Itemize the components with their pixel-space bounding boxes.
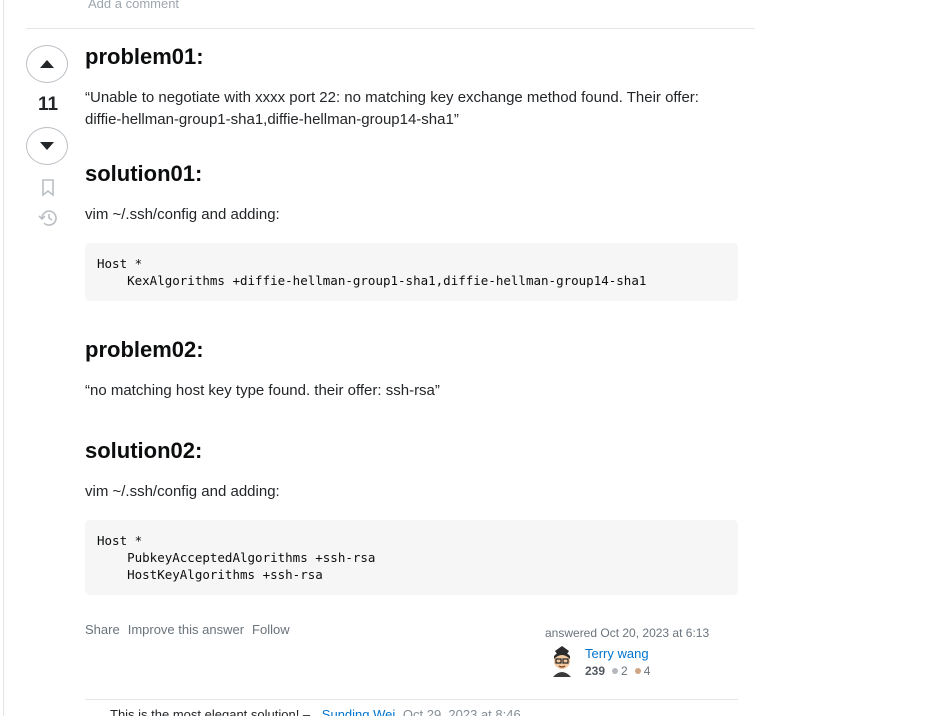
reputation-score: 239	[585, 664, 606, 678]
arrow-up-icon	[40, 60, 54, 68]
avatar[interactable]	[547, 645, 577, 677]
silver-badge-icon	[612, 668, 619, 674]
code-line: HostKeyAlgorithms +ssh-rsa	[97, 567, 323, 582]
answer-body: problem01: “Unable to negotiate with xxx…	[85, 42, 738, 595]
arrow-down-icon	[40, 142, 54, 150]
code-line: Host *	[97, 533, 143, 548]
user-reputation: 239 2 4	[585, 663, 650, 679]
solution01-heading: solution01:	[85, 161, 203, 186]
downvote-button[interactable]	[26, 127, 68, 165]
solution01-text: vim ~/.ssh/config and adding:	[85, 206, 280, 223]
code-line: PubkeyAcceptedAlgorithms +ssh-rsa	[97, 550, 376, 565]
bookmark-icon	[42, 179, 54, 197]
bronze-badge-count: 4	[643, 664, 651, 678]
history-button[interactable]	[26, 207, 70, 229]
problem02-heading: problem02:	[85, 337, 204, 362]
bookmark-button[interactable]	[26, 177, 70, 199]
comment: This is the most elegant solution! – Sun…	[110, 707, 521, 716]
code-line: KexAlgorithms +diffie-hellman-group1-sha…	[97, 273, 647, 288]
problem02-text: “no matching host key type found. their …	[85, 382, 440, 399]
user-name-link[interactable]: Terry wang	[585, 645, 650, 663]
silver-badge-count: 2	[621, 664, 628, 678]
improve-answer-link[interactable]: Improve this answer	[128, 622, 244, 637]
comment-author-link[interactable]: Sunding Wei	[322, 707, 395, 716]
bronze-badge-icon	[634, 668, 641, 674]
page-left-border	[3, 0, 4, 716]
user-card: Terry wang 239 2 4	[547, 645, 650, 679]
vote-count: 11	[37, 94, 59, 115]
solution02-text: vim ~/.ssh/config and adding:	[85, 483, 280, 500]
answered-label: answered	[545, 626, 598, 640]
code-block-2[interactable]: Host * PubkeyAcceptedAlgorithms +ssh-rsa…	[85, 520, 738, 595]
vote-column: 11	[26, 45, 70, 229]
share-link[interactable]: Share	[85, 622, 120, 637]
answered-timestamp: answered Oct 20, 2023 at 6:13	[545, 626, 709, 640]
comment-timestamp[interactable]: Oct 29, 2023 at 8:46	[403, 707, 521, 716]
divider	[85, 699, 738, 700]
problem01-text: “Unable to negotiate with xxxx port 22: …	[85, 89, 699, 128]
problem01-heading: problem01:	[85, 44, 204, 69]
follow-link[interactable]: Follow	[252, 622, 290, 637]
solution02-heading: solution02:	[85, 438, 203, 463]
post-actions: Share Improve this answer Follow	[85, 622, 290, 637]
upvote-button[interactable]	[26, 45, 68, 83]
divider	[26, 28, 755, 29]
code-line: Host *	[97, 256, 143, 271]
answered-date[interactable]: Oct 20, 2023 at 6:13	[600, 626, 709, 640]
code-block-1[interactable]: Host * KexAlgorithms +diffie-hellman-gro…	[85, 243, 738, 301]
comment-text: This is the most elegant solution! –	[110, 707, 311, 716]
add-comment-link[interactable]: Add a comment	[88, 0, 179, 11]
history-icon	[38, 210, 57, 226]
